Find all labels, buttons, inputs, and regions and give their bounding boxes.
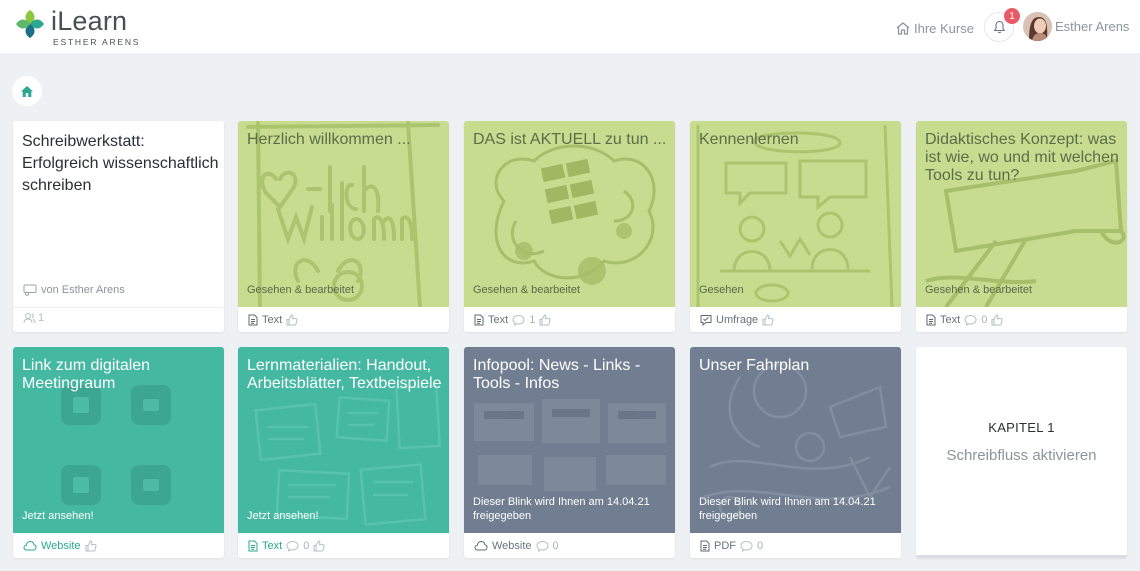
chapter-label: KAPITEL 1 bbox=[988, 420, 1055, 435]
card-type: Text bbox=[940, 313, 961, 326]
card-footer: Text 0 bbox=[916, 307, 1127, 332]
ilearn-logo[interactable]: iLearn ESTHER ARENS bbox=[14, 6, 174, 48]
comment-count: 0 bbox=[552, 539, 559, 552]
blink-card[interactable]: Link zum digitalen Meetingraum Jetzt ans… bbox=[13, 347, 224, 558]
document-icon bbox=[474, 314, 484, 326]
card-title: Lernmaterialien: Handout, Arbeitsblätter… bbox=[247, 357, 442, 392]
card-title: Kennenlernen bbox=[699, 131, 799, 148]
chapter-title: Schreibfluss aktivieren bbox=[946, 447, 1097, 464]
document-icon bbox=[926, 314, 936, 326]
thumbs-up-icon[interactable] bbox=[286, 313, 298, 326]
card-image: Unser Fahrplan Dieser Blink wird Ihnen a… bbox=[690, 347, 901, 533]
card-image: Kennenlernen Gesehen bbox=[690, 121, 901, 307]
card-footer: Website 0 bbox=[464, 533, 675, 558]
house-icon bbox=[896, 21, 910, 35]
brand-subtitle: ESTHER ARENS bbox=[53, 37, 141, 47]
course-author: von Esther Arens bbox=[23, 284, 125, 296]
nav-courses-link[interactable]: Ihre Kurse bbox=[895, 19, 974, 37]
document-icon bbox=[700, 540, 710, 552]
thumbs-up-icon[interactable] bbox=[539, 313, 551, 326]
comment-count: 0 bbox=[981, 313, 988, 326]
card-title: DAS ist AKTUELL zu tun ... bbox=[473, 131, 667, 148]
comment-count: 0 bbox=[757, 539, 764, 552]
thumbs-up-icon[interactable] bbox=[85, 539, 97, 552]
card-type: Text bbox=[262, 539, 283, 552]
course-card[interactable]: Schreibwerkstatt: Erfolgreich wissenscha… bbox=[13, 121, 224, 332]
card-footer: Text 0 bbox=[238, 533, 449, 558]
blink-card[interactable]: Herzlich willkommen ... Gesehen & bearbe… bbox=[238, 121, 449, 332]
members-count: 1 bbox=[23, 312, 44, 324]
blink-card[interactable]: Unser Fahrplan Dieser Blink wird Ihnen a… bbox=[690, 347, 901, 558]
card-image: Herzlich willkommen ... Gesehen & bearbe… bbox=[238, 121, 449, 307]
blink-card[interactable]: Didaktisches Konzept: was ist wie, wo un… bbox=[916, 121, 1127, 332]
thumbs-up-icon[interactable] bbox=[762, 313, 774, 326]
cloud-icon bbox=[474, 540, 488, 551]
brand-name: iLearn bbox=[51, 6, 128, 36]
card-status: Jetzt ansehen! bbox=[22, 510, 94, 522]
document-icon bbox=[248, 540, 258, 552]
card-status: Gesehen & bearbeitet bbox=[473, 284, 581, 296]
card-type: Website bbox=[492, 539, 532, 552]
card-type: Website bbox=[41, 539, 81, 552]
thumbs-up-icon[interactable] bbox=[313, 539, 325, 552]
user-name[interactable]: Esther Arens bbox=[1055, 19, 1129, 34]
card-status: Dieser Blink wird Ihnen am 14.04.21 frei… bbox=[699, 496, 876, 522]
thumbs-up-icon[interactable] bbox=[991, 313, 1003, 326]
card-footer: Umfrage bbox=[690, 307, 901, 332]
card-title: Herzlich willkommen ... bbox=[247, 131, 411, 148]
poll-icon bbox=[700, 314, 712, 326]
nav-courses-label: Ihre Kurse bbox=[914, 20, 974, 36]
card-status: Gesehen bbox=[699, 284, 744, 296]
comment-icon[interactable] bbox=[512, 314, 525, 326]
card-footer: Website bbox=[13, 533, 224, 558]
comment-icon[interactable] bbox=[286, 540, 299, 552]
divider bbox=[13, 307, 224, 308]
card-title: Unser Fahrplan bbox=[699, 357, 810, 374]
users-icon bbox=[23, 313, 36, 324]
blink-card[interactable]: Infopool: News - Links - Tools - Infos D… bbox=[464, 347, 675, 558]
card-status: Jetzt ansehen! bbox=[247, 510, 319, 522]
user-photo-icon bbox=[1023, 12, 1052, 41]
card-image: DAS ist AKTUELL zu tun ... Gesehen & bea… bbox=[464, 121, 675, 307]
card-image: Link zum digitalen Meetingraum Jetzt ans… bbox=[13, 347, 224, 533]
cloud-icon bbox=[23, 540, 37, 551]
card-footer: Text bbox=[238, 307, 449, 332]
document-icon bbox=[248, 314, 258, 326]
avatar[interactable] bbox=[1023, 12, 1052, 41]
comment-icon[interactable] bbox=[740, 540, 753, 552]
top-bar: iLearn ESTHER ARENS Ihre Kurse 1 Esther … bbox=[0, 0, 1140, 53]
card-image: Didaktisches Konzept: was ist wie, wo un… bbox=[916, 121, 1127, 307]
card-type: Umfrage bbox=[716, 313, 759, 326]
card-type: Text bbox=[488, 313, 509, 326]
chapter-card[interactable]: KAPITEL 1 Schreibfluss aktivieren bbox=[916, 347, 1127, 558]
comment-icon[interactable] bbox=[964, 314, 977, 326]
card-title: Didaktisches Konzept: was ist wie, wo un… bbox=[925, 131, 1119, 184]
home-icon bbox=[21, 85, 33, 97]
notification-badge: 1 bbox=[1004, 8, 1020, 24]
comment-count: 1 bbox=[529, 313, 536, 326]
author-label: von Esther Arens bbox=[41, 284, 125, 296]
home-button[interactable] bbox=[12, 76, 42, 106]
blink-card[interactable]: Kennenlernen Gesehen Umfrage bbox=[690, 121, 901, 332]
card-image: Lernmaterialien: Handout, Arbeitsblätter… bbox=[238, 347, 449, 533]
blink-card[interactable]: DAS ist AKTUELL zu tun ... Gesehen & bea… bbox=[464, 121, 675, 332]
card-status: Gesehen & bearbeitet bbox=[925, 284, 1033, 296]
card-type: PDF bbox=[714, 539, 736, 552]
logo-mark-icon bbox=[16, 10, 44, 38]
comment-icon[interactable] bbox=[536, 540, 549, 552]
author-icon bbox=[23, 284, 37, 296]
card-footer: Text 1 bbox=[464, 307, 675, 332]
card-status: Gesehen & bearbeitet bbox=[247, 284, 355, 296]
members-label: 1 bbox=[38, 312, 45, 324]
course-title: Schreibwerkstatt: Erfolgreich wissenscha… bbox=[22, 133, 219, 194]
card-title: Infopool: News - Links - Tools - Infos bbox=[473, 357, 641, 392]
card-footer: PDF 0 bbox=[690, 533, 901, 558]
comment-count: 0 bbox=[303, 539, 310, 552]
bell-icon bbox=[993, 20, 1005, 34]
card-image: Infopool: News - Links - Tools - Infos D… bbox=[464, 347, 675, 533]
card-title: Link zum digitalen Meetingraum bbox=[22, 357, 151, 392]
card-type: Text bbox=[262, 313, 283, 326]
blink-card[interactable]: Lernmaterialien: Handout, Arbeitsblätter… bbox=[238, 347, 449, 558]
card-status: Dieser Blink wird Ihnen am 14.04.21 frei… bbox=[473, 496, 650, 522]
